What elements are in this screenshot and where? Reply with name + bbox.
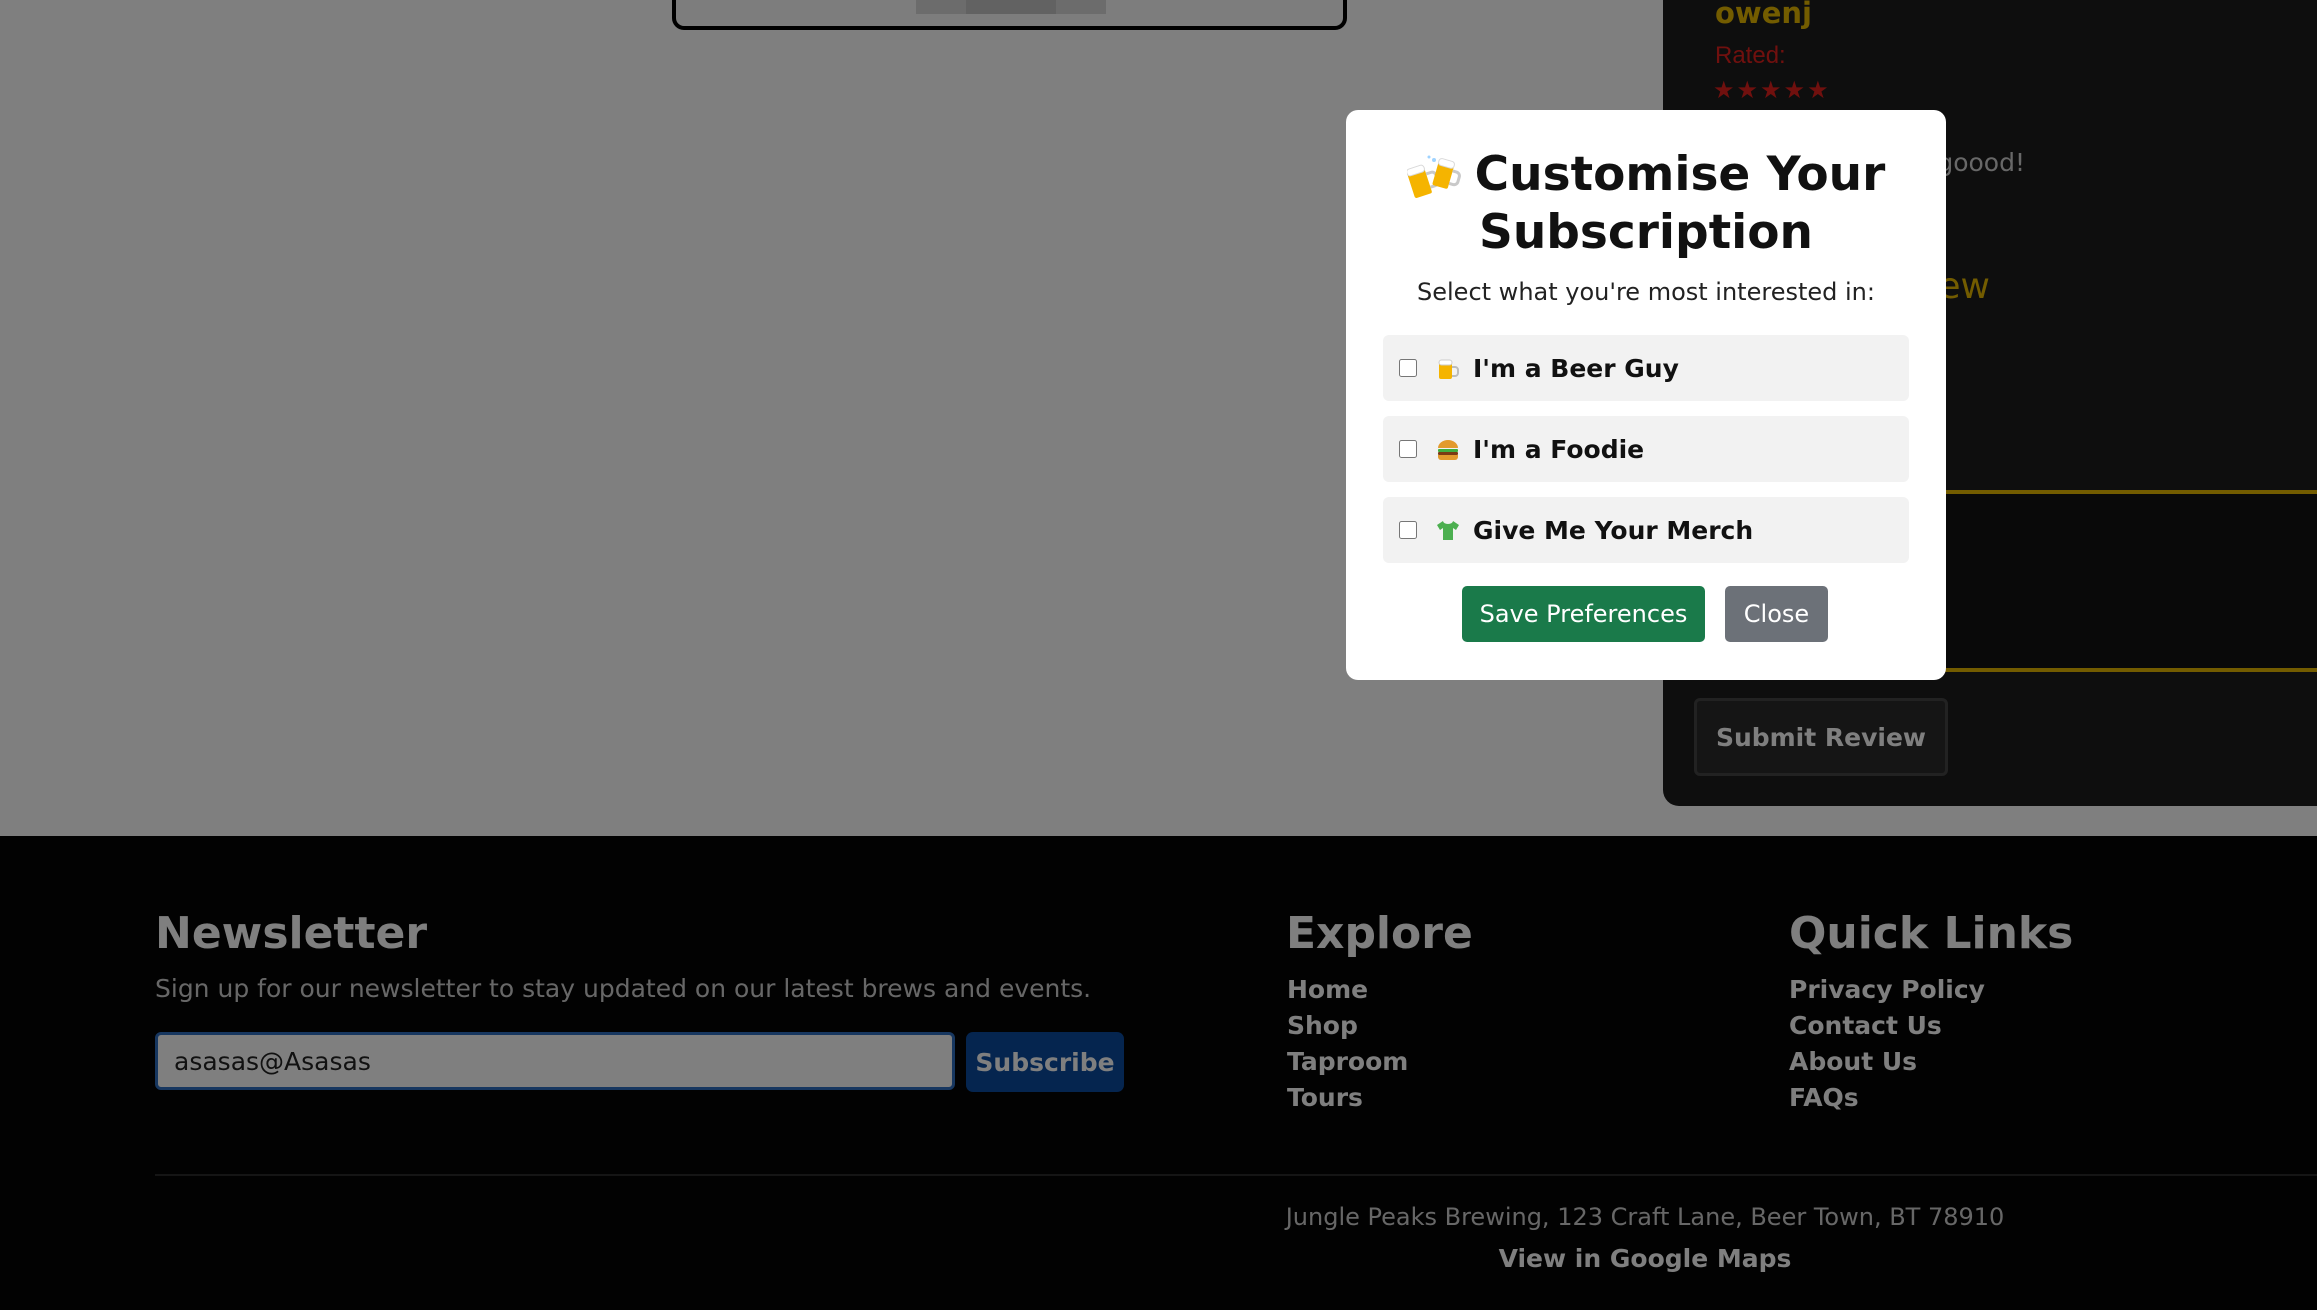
option-foodie[interactable]: I'm a Foodie — [1383, 416, 1909, 482]
option-merch[interactable]: Give Me Your Merch — [1383, 497, 1909, 563]
subscription-modal: Customise Your Subscription Select what … — [1346, 110, 1946, 680]
foodie-checkbox[interactable] — [1399, 440, 1417, 458]
option-label: Give Me Your Merch — [1473, 515, 1754, 545]
beer-mug-icon — [1438, 359, 1459, 379]
modal-title-row: Customise Your Subscription — [1346, 146, 1946, 262]
option-label: I'm a Foodie — [1473, 434, 1645, 464]
modal-title: Customise Your Subscription — [1474, 147, 1886, 260]
save-preferences-button[interactable]: Save Preferences — [1462, 586, 1705, 642]
merch-checkbox[interactable] — [1399, 521, 1417, 539]
modal-overlay[interactable] — [0, 0, 2317, 1310]
tshirt-icon — [1437, 521, 1459, 540]
clinking-beer-mugs-icon — [1406, 155, 1461, 198]
beer-guy-checkbox[interactable] — [1399, 359, 1417, 377]
burger-icon — [1438, 440, 1458, 460]
option-label: I'm a Beer Guy — [1473, 353, 1679, 383]
option-beer-guy[interactable]: I'm a Beer Guy — [1383, 335, 1909, 401]
modal-subtitle: Select what you're most interested in: — [1417, 278, 1875, 306]
close-button[interactable]: Close — [1725, 586, 1828, 642]
